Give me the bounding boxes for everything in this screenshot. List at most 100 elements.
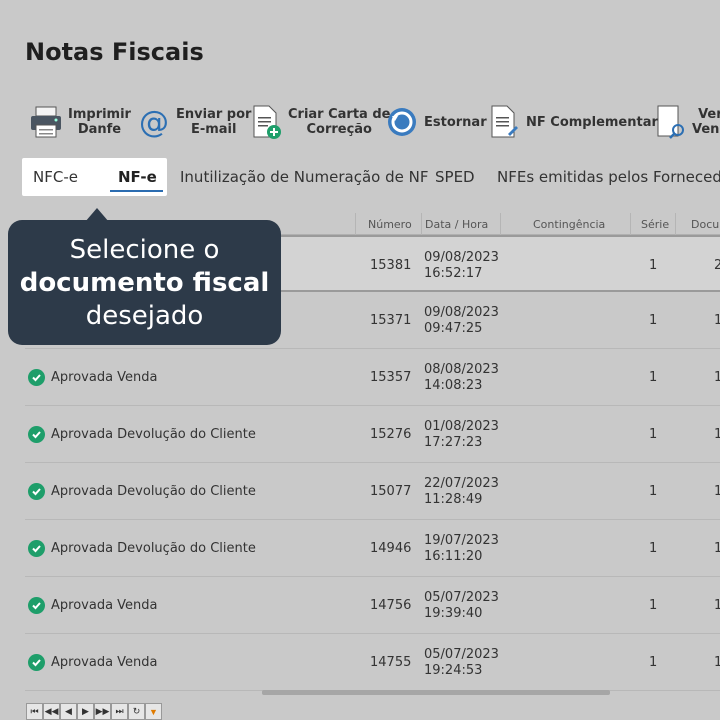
numero-cell: 15276 xyxy=(370,427,412,442)
pager-button[interactable]: ⏭ xyxy=(111,703,128,720)
col-contingencia[interactable]: Contingência xyxy=(500,213,605,235)
check-circle-icon xyxy=(28,597,45,614)
pager-button[interactable]: ↻ xyxy=(128,703,145,720)
at-sign-icon: @ xyxy=(136,104,172,140)
time-text: 19:24:53 xyxy=(424,662,483,678)
date-text: 22/07/2023 xyxy=(424,475,499,491)
col-data-hora[interactable]: Data / Hora xyxy=(421,213,488,235)
svg-text:@: @ xyxy=(139,106,169,138)
document-pin-icon xyxy=(486,104,522,140)
view-sales-button[interactable]: Ver Vend xyxy=(652,100,720,144)
check-circle-icon xyxy=(28,369,45,386)
tab-inutilizacao[interactable]: Inutilização de Numeração de NF xyxy=(180,158,428,196)
tooltip-line3: desejado xyxy=(85,301,204,331)
time-text: 14:08:23 xyxy=(424,377,483,393)
pager-button[interactable]: ⏮ xyxy=(26,703,43,720)
pager-button[interactable]: ▼ xyxy=(145,703,162,720)
documento-cell: 1 xyxy=(714,598,720,613)
check-circle-icon xyxy=(28,483,45,500)
serie-cell: 1 xyxy=(649,258,658,273)
check-circle-icon xyxy=(28,540,45,557)
datetime-cell: 19/07/2023 16:11:20 xyxy=(424,520,499,577)
table-row[interactable]: Aprovada Devolução do Cliente 15077 22/07… xyxy=(25,463,720,520)
serie-cell: 1 xyxy=(649,655,658,670)
datetime-cell: 09/08/2023 16:52:17 xyxy=(424,237,499,294)
time-text: 19:39:40 xyxy=(424,605,483,621)
datetime-cell: 01/08/2023 17:27:23 xyxy=(424,406,499,463)
serie-cell: 1 xyxy=(649,541,658,556)
status-text: Aprovada Devolução do Cliente xyxy=(51,541,256,556)
date-text: 08/08/2023 xyxy=(424,361,499,377)
time-text: 16:11:20 xyxy=(424,548,483,564)
numero-cell: 14946 xyxy=(370,541,412,556)
serie-cell: 1 xyxy=(649,370,658,385)
date-text: 01/08/2023 xyxy=(424,418,499,434)
serie-cell: 1 xyxy=(649,484,658,499)
document-add-icon xyxy=(248,104,284,140)
documento-cell: 2 xyxy=(714,258,720,273)
status-text: Aprovada Devolução do Cliente xyxy=(51,484,256,499)
table-row[interactable]: Aprovada Devolução do Cliente 14946 19/07… xyxy=(25,520,720,577)
pager-button[interactable]: ▶▶ xyxy=(94,703,111,720)
table-row[interactable]: Aprovada Venda 15357 08/08/2023 14:08:23 1… xyxy=(25,349,720,406)
datetime-cell: 08/08/2023 14:08:23 xyxy=(424,349,499,406)
status-cell: Aprovada Devolução do Cliente xyxy=(28,520,256,577)
tab-nf-e[interactable]: NF-e xyxy=(110,158,163,196)
numero-cell: 15381 xyxy=(370,258,412,273)
table-row[interactable]: Aprovada Venda 14755 05/07/2023 19:24:53 1… xyxy=(25,634,720,691)
tab-nfes-fornecedores[interactable]: NFEs emitidas pelos Fornecedo xyxy=(497,158,720,196)
printer-icon xyxy=(28,104,64,140)
search-document-icon xyxy=(652,104,688,140)
create-correction-letter-button[interactable]: Criar Carta de Correção xyxy=(248,100,390,144)
documento-cell: 1 xyxy=(714,313,720,328)
status-cell: Aprovada Venda xyxy=(28,349,158,406)
tab-sped[interactable]: SPED xyxy=(435,158,475,196)
guide-tooltip: Selecione o documento fiscal desejado xyxy=(8,220,281,345)
numero-cell: 14756 xyxy=(370,598,412,613)
datetime-cell: 05/07/2023 19:39:40 xyxy=(424,577,499,634)
documento-cell: 1 xyxy=(714,655,720,670)
status-text: Aprovada Venda xyxy=(51,370,158,385)
documento-cell: 1 xyxy=(714,370,720,385)
table-row[interactable]: Aprovada Devolução do Cliente 15276 01/08… xyxy=(25,406,720,463)
status-cell: Aprovada Venda xyxy=(28,577,158,634)
documento-cell: 1 xyxy=(714,541,720,556)
tab-bar: NFC-e NF-e Inutilização de Numeração de … xyxy=(22,158,720,196)
print-danfe-button[interactable]: Imprimir Danfe xyxy=(28,100,131,144)
undo-icon xyxy=(384,104,420,140)
time-text: 09:47:25 xyxy=(424,320,483,336)
col-serie[interactable]: Série xyxy=(630,213,669,235)
table-row[interactable]: Aprovada Venda 14756 05/07/2023 19:39:40 1… xyxy=(25,577,720,634)
time-text: 11:28:49 xyxy=(424,491,483,507)
serie-cell: 1 xyxy=(649,313,658,328)
numero-cell: 15357 xyxy=(370,370,412,385)
col-numero[interactable]: Número xyxy=(355,213,412,235)
reverse-button[interactable]: Estornar xyxy=(384,100,487,144)
col-documento[interactable]: Docu xyxy=(675,213,719,235)
status-text: Aprovada Devolução do Cliente xyxy=(51,427,256,442)
datetime-cell: 09/08/2023 09:47:25 xyxy=(424,292,499,349)
date-text: 05/07/2023 xyxy=(424,589,499,605)
tab-nfc-e[interactable]: NFC-e xyxy=(33,158,78,196)
numero-cell: 15077 xyxy=(370,484,412,499)
date-text: 09/08/2023 xyxy=(424,304,499,320)
status-cell: Aprovada Devolução do Cliente xyxy=(28,406,256,463)
pager-button[interactable]: ▶ xyxy=(77,703,94,720)
status-text: Aprovada Venda xyxy=(51,655,158,670)
serie-cell: 1 xyxy=(649,427,658,442)
datetime-cell: 22/07/2023 11:28:49 xyxy=(424,463,499,520)
time-text: 17:27:23 xyxy=(424,434,483,450)
send-email-button[interactable]: @ Enviar por E-mail xyxy=(136,100,251,144)
pager-button[interactable]: ◀ xyxy=(60,703,77,720)
page-title: Notas Fiscais xyxy=(25,38,204,66)
status-cell: Aprovada Devolução do Cliente xyxy=(28,463,256,520)
nf-complementary-button[interactable]: NF Complementar xyxy=(486,100,658,144)
pager-button[interactable]: ◀◀ xyxy=(43,703,60,720)
pager: ⏮ ◀◀ ◀ ▶ ▶▶ ⏭ ↻ ▼ xyxy=(26,703,162,720)
horizontal-scrollbar[interactable] xyxy=(262,690,610,695)
check-circle-icon xyxy=(28,426,45,443)
serie-cell: 1 xyxy=(649,598,658,613)
time-text: 16:52:17 xyxy=(424,265,483,281)
datetime-cell: 05/07/2023 19:24:53 xyxy=(424,634,499,691)
check-circle-icon xyxy=(28,654,45,671)
